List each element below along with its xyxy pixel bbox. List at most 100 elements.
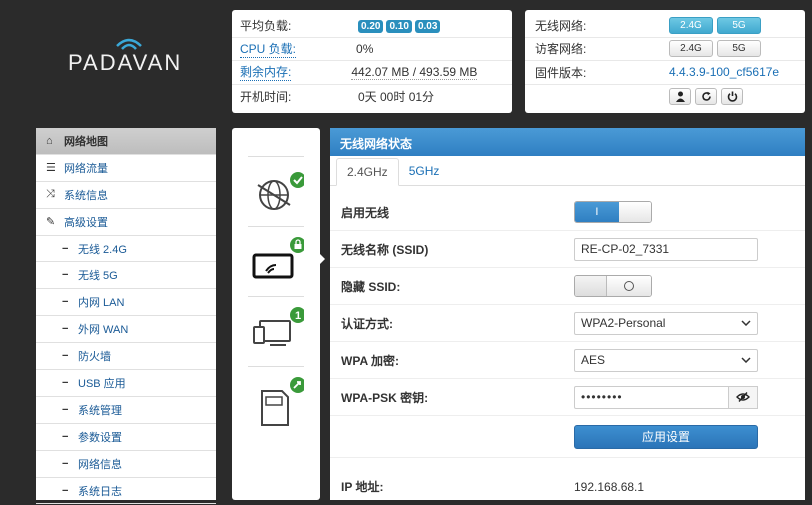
usb-status-cell[interactable]	[248, 366, 304, 436]
sidebar-sub-label: 内网 LAN	[78, 297, 125, 310]
row-encryption: WPA 加密: AES	[330, 342, 805, 379]
auth-label: 认证方式:	[341, 316, 393, 331]
ip-value: 192.168.68.1	[574, 479, 645, 494]
enable-wireless-toggle[interactable]: I	[574, 201, 652, 223]
sidebar-sub-label: USB 应用	[78, 377, 126, 390]
network-map-icons: 1	[232, 128, 320, 500]
guest-24g-button[interactable]: 2.4G	[669, 40, 713, 58]
guest-label: 访客网络:	[535, 42, 587, 57]
row-enable-wireless: 启用无线 I	[330, 194, 805, 231]
row-ssid: 无线名称 (SSID)	[330, 231, 805, 268]
sidebar-sub-settings[interactable]: − 参数设置	[36, 424, 216, 451]
row-ip: IP 地址: 192.168.68.1	[330, 468, 805, 505]
free-memory-link[interactable]: 剩余内存:	[240, 63, 292, 82]
encryption-selected-value: AES	[581, 353, 606, 367]
apply-settings-button[interactable]: 应用设置	[574, 424, 758, 449]
clients-status-cell[interactable]: 1	[248, 296, 304, 366]
sidebar-item-label: 高级设置	[64, 216, 108, 229]
chevron-down-icon	[741, 357, 751, 363]
enable-wireless-label: 启用无线	[341, 205, 390, 220]
hide-ssid-label: 隐藏 SSID:	[341, 279, 401, 294]
sd-card-icon	[261, 377, 304, 426]
load-label: 平均负载:	[240, 18, 292, 33]
wireless-label: 无线网络:	[535, 18, 587, 33]
encryption-label: WPA 加密:	[341, 353, 399, 368]
router-status-cell[interactable]	[248, 226, 304, 296]
guest-5g-button[interactable]: 5G	[717, 40, 761, 58]
sidebar-item-advanced[interactable]: ✎ 高级设置	[36, 209, 216, 236]
power-icon[interactable]	[721, 87, 743, 105]
sidebar-sub-label: 网络信息	[78, 458, 122, 471]
row-hide-ssid: 隐藏 SSID:	[330, 268, 805, 305]
sidebar-sub-label: 参数设置	[78, 431, 122, 444]
refresh-icon[interactable]	[695, 87, 717, 105]
load-values: 0.20 0.10 0.03	[358, 18, 443, 33]
sidebar-nav: ⌂ 网络地图 ☰ 网络流量 ⤨ 系统信息 ✎ 高级设置 − 无线 2.4G − 无线…	[36, 128, 216, 505]
chevron-down-icon	[741, 320, 751, 326]
sidebar-sub-label: 外网 WAN	[78, 324, 129, 337]
sidebar-item-label: 网络流量	[64, 162, 108, 175]
tab-5ghz[interactable]: 5GHz	[399, 158, 450, 185]
firmware-label: 固件版本:	[535, 65, 587, 80]
list-icon: ☰	[46, 162, 56, 175]
free-memory-value: 442.07 MB / 493.59 MB	[351, 64, 478, 80]
user-icon[interactable]	[669, 87, 691, 105]
toggle-off-circle-icon	[624, 281, 635, 291]
psk-label: WPA-PSK 密钥:	[341, 390, 429, 405]
row-apply: 应用设置	[330, 416, 805, 458]
devices-icon: 1	[253, 307, 304, 346]
wireless-24g-button[interactable]: 2.4G	[669, 16, 713, 34]
sidebar-sub-admin[interactable]: − 系统管理	[36, 397, 216, 424]
panel-title: 无线网络状态	[330, 128, 805, 156]
uptime-value: 0天 00时 01分	[358, 89, 435, 104]
sidebar-item-label: 系统信息	[64, 189, 108, 202]
ssid-label: 无线名称 (SSID)	[341, 242, 429, 257]
sidebar-sub-label: 无线 5G	[78, 270, 118, 283]
sidebar-sub-wireless-5g[interactable]: − 无线 5G	[36, 262, 216, 290]
row-auth: 认证方式: WPA2-Personal	[330, 305, 805, 342]
shuffle-icon: ⤨	[46, 188, 55, 201]
clients-count-badge: 1	[295, 310, 301, 322]
load-5min: 0.10	[386, 19, 412, 33]
ip-label: IP 地址:	[341, 480, 384, 494]
sidebar-item-system-info[interactable]: ⤨ 系统信息	[36, 182, 216, 209]
sidebar-sub-usb[interactable]: − USB 应用	[36, 370, 216, 397]
wrench-icon: ✎	[46, 216, 56, 229]
sidebar-sub-wireless-24g[interactable]: − 无线 2.4G	[36, 236, 216, 263]
firmware-version-link[interactable]: 4.4.3.9-100_cf5617e	[669, 65, 779, 79]
ssid-input[interactable]	[574, 237, 758, 261]
encryption-select[interactable]: AES	[574, 348, 758, 372]
sidebar-sub-label: 防火墙	[78, 351, 111, 364]
wireless-settings-panel: 无线网络状态 2.4GHz 5GHz 启用无线 I 无线名称 (SSID) 隐藏…	[330, 128, 805, 500]
tab-24ghz[interactable]: 2.4GHz	[336, 158, 399, 186]
wireless-5g-button[interactable]: 5G	[717, 16, 761, 34]
eye-slash-icon[interactable]	[729, 385, 758, 409]
row-psk: WPA-PSK 密钥: ••••••••	[330, 379, 805, 416]
globe-icon	[257, 172, 304, 210]
home-icon: ⌂	[46, 134, 53, 147]
wireless-status-panel: 无线网络: 2.4G 5G 访客网络: 2.4G 5G 固件版本: 4.4.3.…	[525, 10, 805, 113]
sidebar-item-label: 网络地图	[64, 135, 108, 148]
sidebar-sub-syslog[interactable]: − 系统日志	[36, 478, 216, 505]
band-tabs: 2.4GHz 5GHz	[330, 158, 805, 186]
sidebar-sub-lan[interactable]: − 内网 LAN	[36, 289, 216, 317]
internet-status-cell[interactable]	[248, 156, 304, 226]
toggle-on-indicator: I	[575, 202, 619, 222]
hide-ssid-toggle[interactable]	[574, 275, 652, 297]
logo-text: PADAVAN	[68, 50, 183, 75]
system-status-panel: 平均负载: 0.20 0.10 0.03 CPU 负载: 0% 剩余内存: 442.…	[232, 10, 512, 113]
cpu-load-value: 0%	[356, 41, 374, 56]
sidebar-sub-firewall[interactable]: − 防火墙	[36, 343, 216, 371]
padavan-logo: PADAVAN	[68, 36, 198, 86]
load-1min: 0.20	[358, 19, 384, 33]
cpu-load-link[interactable]: CPU 负载:	[240, 40, 297, 58]
auth-select[interactable]: WPA2-Personal	[574, 311, 758, 335]
psk-input[interactable]: ••••••••	[574, 385, 729, 409]
sidebar-item-network-map[interactable]: ⌂ 网络地图	[36, 128, 216, 155]
sidebar-sub-netinfo[interactable]: − 网络信息	[36, 451, 216, 478]
sidebar-item-traffic[interactable]: ☰ 网络流量	[36, 155, 216, 182]
sidebar-sub-label: 系统管理	[78, 404, 122, 417]
sidebar-sub-wan[interactable]: − 外网 WAN	[36, 316, 216, 344]
router-icon	[252, 237, 304, 279]
auth-selected-value: WPA2-Personal	[581, 316, 666, 330]
